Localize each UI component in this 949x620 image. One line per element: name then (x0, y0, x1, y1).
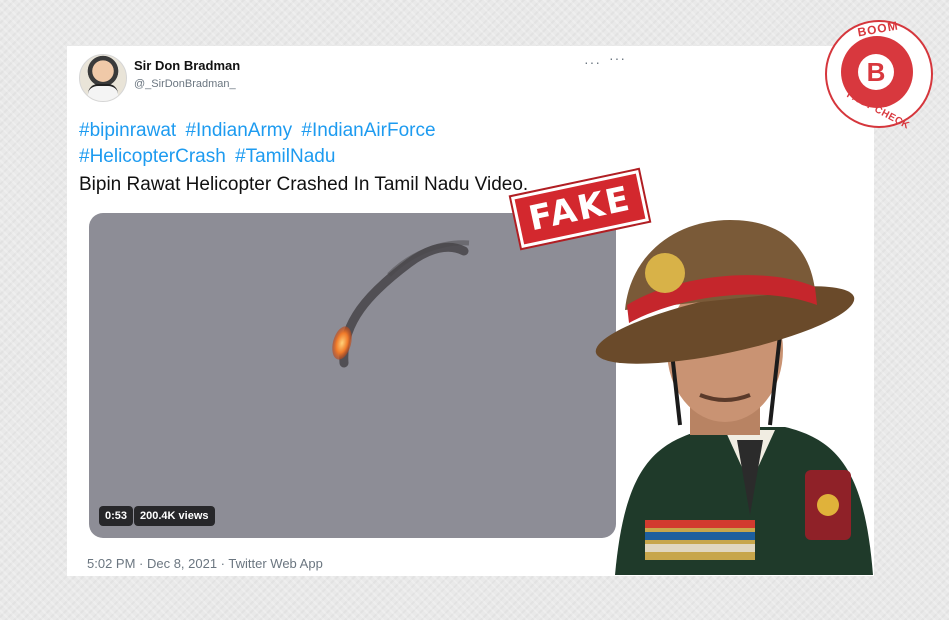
video-player[interactable]: 0:53 200.4K views (89, 213, 616, 538)
tweet-header: Sir Don Bradman @_SirDonBradman_ ··· ··· (79, 50, 639, 104)
hashtag-link[interactable]: #IndianArmy (185, 120, 292, 141)
video-duration: 0:53 (99, 506, 134, 526)
hashtag-link[interactable]: #HelicopterCrash (79, 146, 226, 167)
hashtag-link[interactable]: #TamilNadu (235, 146, 335, 167)
more-icon[interactable]: ··· (584, 54, 601, 70)
tweet-text: Bipin Rawat Helicopter Crashed In Tamil … (79, 174, 529, 195)
general-portrait (595, 220, 873, 575)
author-name[interactable]: Sir Don Bradman (134, 58, 240, 73)
hashtag-link[interactable]: #IndianAirForce (301, 120, 435, 141)
boom-fact-check-logo: B BOOM FACT CHECK (825, 19, 933, 132)
tweet-timestamp[interactable]: 5:02 PM · Dec 8, 2021 · Twitter Web App (87, 556, 323, 571)
hat-badge (645, 253, 685, 293)
video-views: 200.4K views (134, 506, 215, 526)
avatar[interactable] (79, 54, 127, 102)
author-handle[interactable]: @_SirDonBradman_ (134, 78, 236, 90)
video-frame (332, 240, 470, 368)
logo-letter: B (858, 54, 894, 90)
more-icon-secondary[interactable]: ··· (609, 50, 626, 66)
hashtag-link[interactable]: #bipinrawat (79, 120, 176, 141)
hashtag-list: #bipinrawat #IndianArmy #IndianAirForce … (79, 118, 599, 170)
